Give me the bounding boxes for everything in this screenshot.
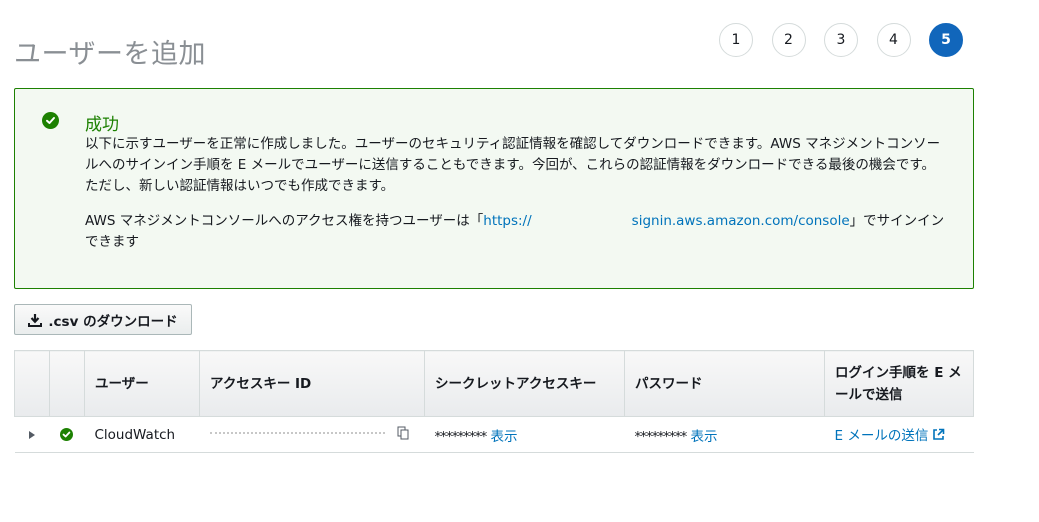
external-link-icon [932, 428, 945, 445]
alert-body: 以下に示すユーザーを正常に作成しました。ユーザーのセキュリティ認証情報を確認して… [85, 134, 947, 253]
show-password-link[interactable]: 表示 [691, 429, 718, 445]
redacted-access-key-id [209, 428, 385, 439]
column-header-email-instructions[interactable]: ログイン手順を E メールで送信 [824, 350, 974, 417]
column-header-user[interactable]: ユーザー [84, 350, 200, 417]
success-check-icon [59, 427, 73, 441]
step-2[interactable]: 2 [771, 23, 806, 57]
step-4[interactable]: 4 [876, 23, 911, 57]
step-1[interactable]: 1 [719, 23, 753, 57]
copy-icon[interactable] [397, 426, 409, 444]
column-header-secret-key[interactable]: シークレットアクセスキー [424, 350, 625, 417]
download-csv-button[interactable]: .csv のダウンロード [14, 304, 192, 335]
show-secret-key-link[interactable]: 表示 [491, 429, 518, 445]
step-3[interactable]: 3 [824, 23, 858, 57]
expand-column-header [14, 350, 50, 417]
expand-caret-icon[interactable] [28, 430, 35, 439]
table-row: CloudWatch ********* 表示 ********* 表示 E メ… [14, 416, 974, 453]
password-cell: ********* 表示 [624, 416, 825, 453]
wizard-steps: 1 2 3 4 5 [719, 23, 982, 57]
alert-title: 成功 [85, 115, 119, 135]
signin-text-prefix: AWS マネジメントコンソールへのアクセス権を持つユーザーは「 [85, 213, 484, 229]
column-header-password[interactable]: パスワード [624, 350, 825, 417]
secret-key-cell: ********* 表示 [424, 416, 625, 453]
email-instructions-cell: E メールの送信 [824, 416, 974, 453]
users-table: ユーザー アクセスキー ID シークレットアクセスキー パスワード ログイン手順… [14, 350, 974, 453]
password-masked: ********* [634, 428, 688, 445]
status-column-header [49, 350, 85, 417]
column-header-access-key-id[interactable]: アクセスキー ID [199, 350, 425, 417]
step-5-current[interactable]: 5 [929, 23, 963, 57]
user-name-cell: CloudWatch [84, 416, 200, 453]
status-cell [49, 416, 85, 453]
success-alert: 成功 以下に示すユーザーを正常に作成しました。ユーザーのセキュリティ認証情報を確… [14, 88, 974, 289]
download-csv-label: .csv のダウンロード [48, 313, 178, 330]
expand-cell[interactable] [14, 416, 50, 453]
redacted-account-id [531, 215, 632, 227]
secret-key-masked: ********* [434, 428, 488, 445]
check-circle-icon [42, 112, 59, 129]
alert-message: 以下に示すユーザーを正常に作成しました。ユーザーのセキュリティ認証情報を確認して… [85, 136, 941, 194]
download-icon [28, 313, 43, 327]
access-key-id-cell [199, 416, 425, 453]
page-title: ユーザーを追加 [14, 39, 206, 71]
console-signin-message: AWS マネジメントコンソールへのアクセス権を持つユーザーは「https://s… [85, 211, 947, 253]
send-email-link[interactable]: E メールの送信 [835, 428, 946, 444]
console-signin-link[interactable]: https://signin.aws.amazon.com/console [483, 213, 849, 229]
